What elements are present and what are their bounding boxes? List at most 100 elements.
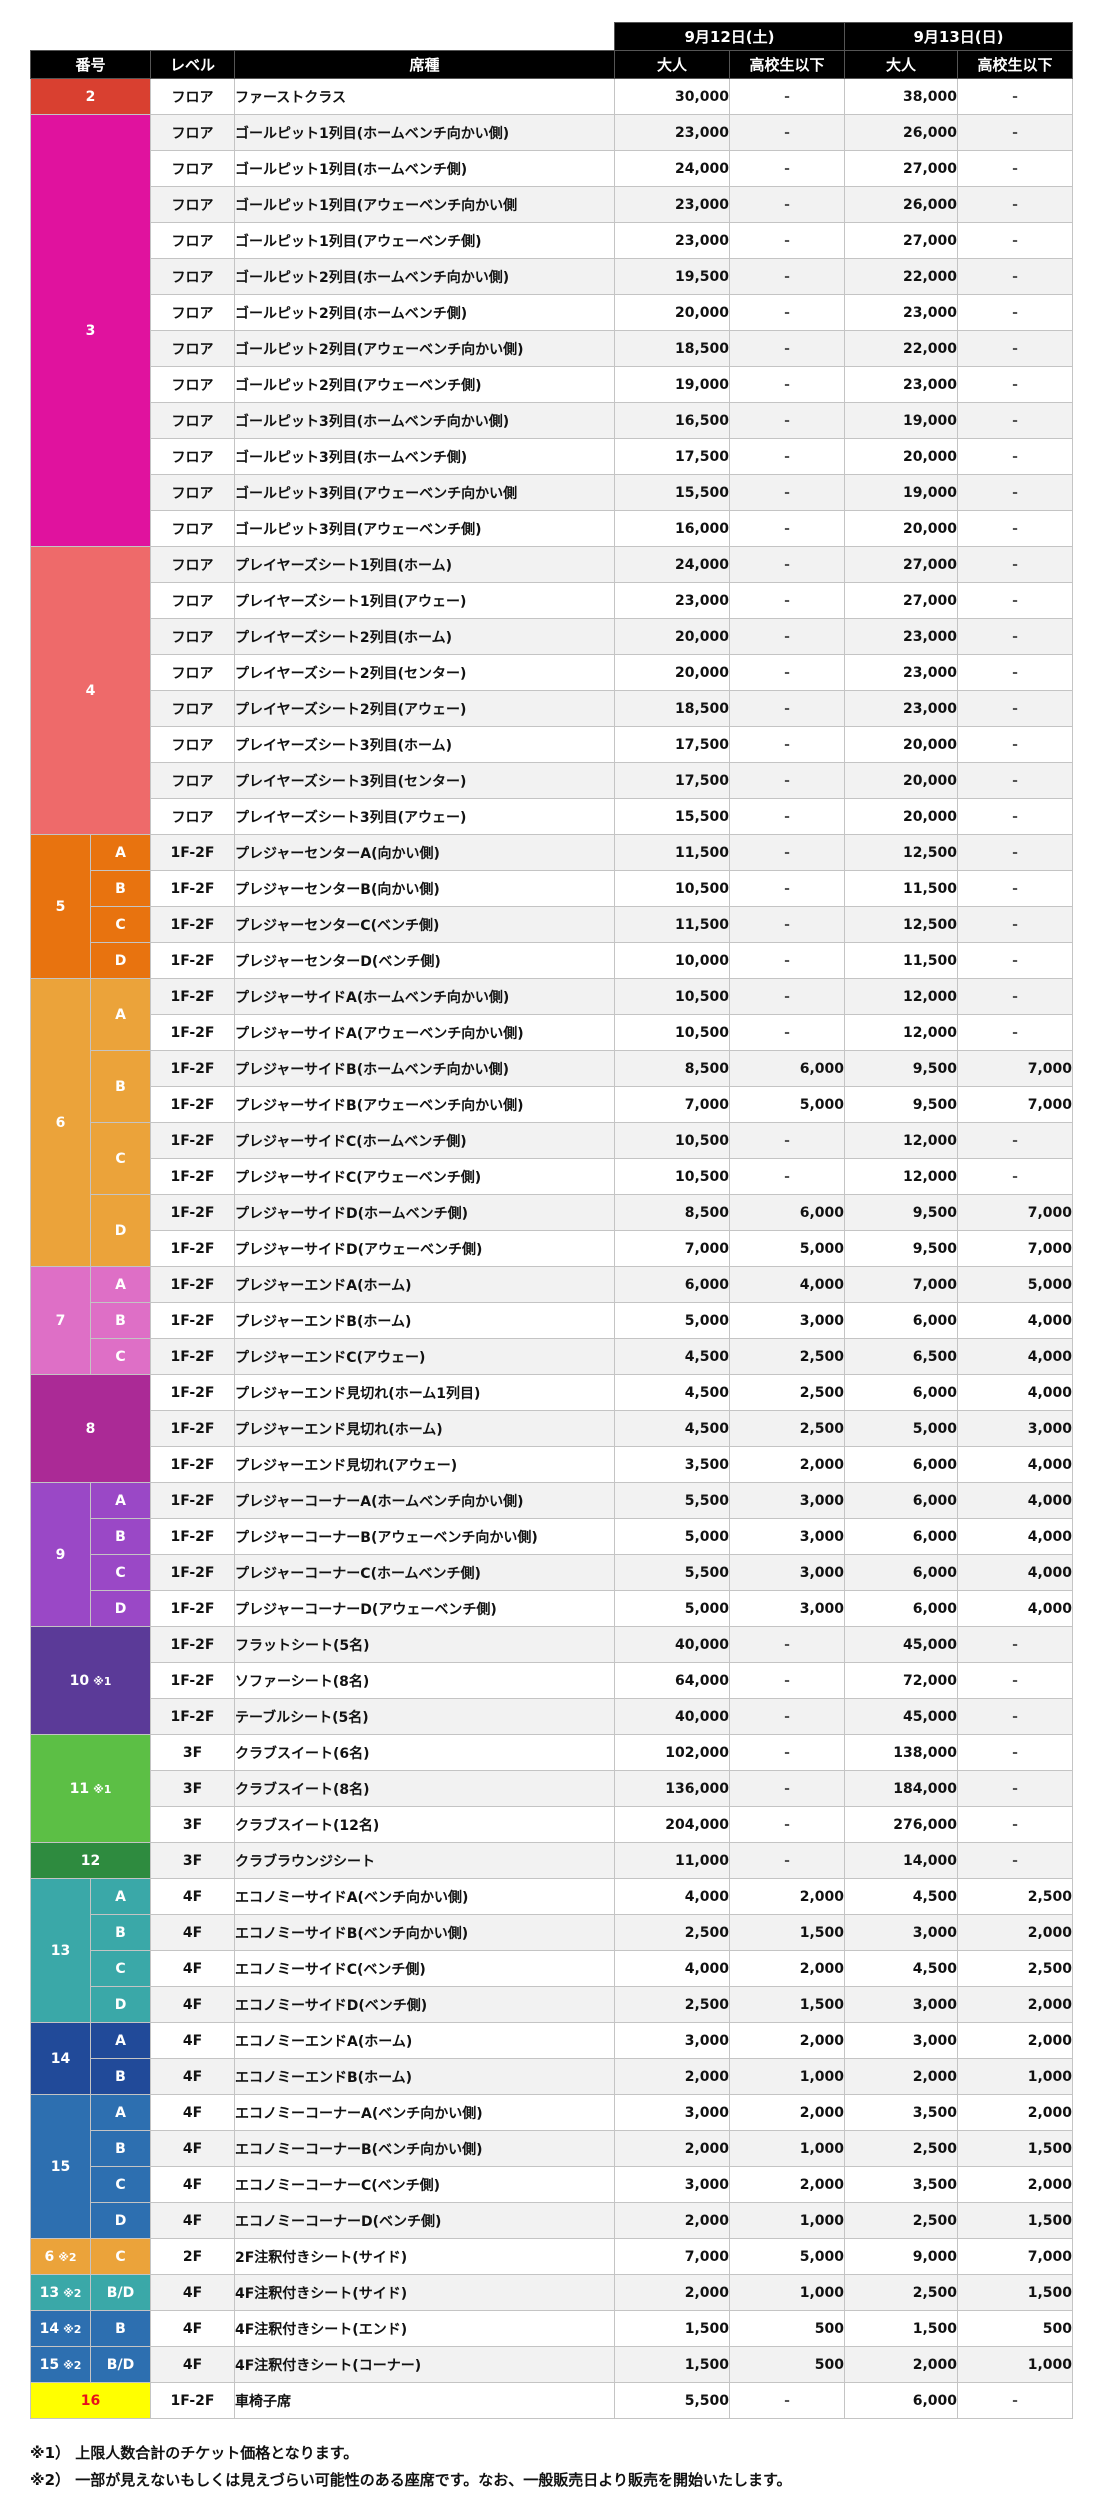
price-student-sun: - <box>957 150 1073 187</box>
price-student-sat: - <box>729 1806 845 1843</box>
price-adult-sun: 11,500 <box>844 870 958 907</box>
table-row: フロア ゴールピット2列目(ホームベンチ向かい側) 19,500-22,000- <box>31 258 1073 295</box>
price-student-sat: - <box>729 186 845 223</box>
price-adult-sat: 2,500 <box>614 1914 730 1951</box>
price-student-sat: 2,000 <box>729 2094 845 2131</box>
level-cell: 4F <box>150 2310 235 2347</box>
level-cell: 1F-2F <box>150 1338 235 1375</box>
table-row: B 1F-2F プレジャーセンターB(向かい側) 10,500-11,500- <box>31 870 1073 907</box>
price-adult-sat: 5,500 <box>614 2382 730 2419</box>
price-adult-sun: 22,000 <box>844 330 958 367</box>
seat-type-cell: クラブスイート(8名) <box>234 1770 615 1807</box>
seat-type-cell: ゴールピット1列目(ホームベンチ向かい側) <box>234 114 615 151</box>
price-adult-sun: 3,500 <box>844 2094 958 2131</box>
price-adult-sat: 24,000 <box>614 150 730 187</box>
price-student-sun: - <box>957 690 1073 727</box>
col-header-student-sat: 高校生以下 <box>729 50 845 79</box>
price-student-sat: 1,500 <box>729 1914 845 1951</box>
seat-type-cell: クラブスイート(12名) <box>234 1806 615 1843</box>
seat-type-cell: プレジャーサイドA(ホームベンチ向かい側) <box>234 978 615 1015</box>
table-row: 14 ※2 B 4F 4F注釈付きシート(エンド) 1,500 500 1,500 500 <box>30 2310 1073 2347</box>
block-letter-cell: B <box>90 2310 151 2347</box>
level-cell: フロア <box>150 330 235 367</box>
price-student-sat: - <box>729 1122 845 1159</box>
price-student-sat: 3,000 <box>729 1554 845 1591</box>
price-student-sun: - <box>957 366 1073 403</box>
price-student-sun: - <box>957 1770 1073 1807</box>
block-letter-cell: C <box>90 1950 151 1987</box>
price-adult-sun: 12,000 <box>844 1158 958 1195</box>
price-student-sun: 2,000 <box>957 2022 1073 2059</box>
price-adult-sat: 4,000 <box>614 1878 730 1915</box>
price-adult-sun: 72,000 <box>844 1662 958 1699</box>
seat-type-cell: エコノミーコーナーC(ベンチ側) <box>234 2166 615 2203</box>
price-adult-sun: 23,000 <box>844 654 958 691</box>
price-adult-sat: 10,500 <box>614 1122 730 1159</box>
table-row: 16 1F-2F 車椅子席 5,500-6,000- <box>30 2382 1073 2419</box>
section-number-cell: 10 ※1 <box>30 1626 151 1735</box>
price-student-sun: 2,000 <box>957 2166 1073 2203</box>
price-student-sat: 2,000 <box>729 2022 845 2059</box>
level-cell: 1F-2F <box>150 1626 235 1663</box>
price-adult-sun: 20,000 <box>844 798 958 835</box>
seat-type-cell: プレジャーセンターC(ベンチ側) <box>234 906 615 943</box>
price-student-sun: - <box>957 1626 1073 1663</box>
seat-type-cell: ゴールピット1列目(アウェーベンチ側) <box>234 222 615 259</box>
price-student-sun: - <box>957 258 1073 295</box>
seat-type-cell: プレジャーサイドA(アウェーベンチ向かい側) <box>234 1014 615 1051</box>
table-row: フロア プレイヤーズシート2列目(アウェー) 18,500-23,000- <box>31 690 1073 727</box>
price-adult-sat: 11,500 <box>614 906 730 943</box>
price-adult-sun: 20,000 <box>844 762 958 799</box>
col-header-adult-sun: 大人 <box>844 50 958 79</box>
table-row: 9 A 1F-2F プレジャーコーナーA(ホームベンチ向かい側) 5,500 3,000 6… <box>30 1482 1073 1627</box>
price-student-sun: 4,000 <box>957 1554 1073 1591</box>
price-adult-sat: 10,500 <box>614 870 730 907</box>
level-cell: 1F-2F <box>150 1014 235 1051</box>
price-student-sun: - <box>957 834 1073 871</box>
price-adult-sat: 1,500 <box>614 2310 730 2347</box>
table-row: 1F-2F プレジャーエンド見切れ(ホーム) 4,500 2,500 5,000 3,00… <box>31 1410 1073 1447</box>
price-student-sat: 2,000 <box>729 1950 845 1987</box>
price-student-sun: - <box>957 2382 1073 2419</box>
price-adult-sat: 8,500 <box>614 1050 730 1087</box>
price-student-sun: - <box>957 222 1073 259</box>
price-student-sat: 3,000 <box>729 1518 845 1555</box>
price-adult-sun: 12,000 <box>844 1014 958 1051</box>
price-adult-sat: 3,000 <box>614 2022 730 2059</box>
seat-type-cell: エコノミーコーナーA(ベンチ向かい側) <box>234 2094 615 2131</box>
price-adult-sat: 5,000 <box>614 1302 730 1339</box>
level-cell: フロア <box>150 762 235 799</box>
level-cell: 1F-2F <box>150 1410 235 1447</box>
section-number: 14 <box>50 2050 71 2067</box>
price-student-sun: - <box>957 906 1073 943</box>
price-adult-sat: 64,000 <box>614 1662 730 1699</box>
price-student-sun: 1,500 <box>957 2202 1073 2239</box>
seat-type-cell: 車椅子席 <box>234 2382 615 2419</box>
level-cell: 4F <box>150 2058 235 2095</box>
level-cell: フロア <box>150 294 235 331</box>
date-header-sun: 9月13日(日) <box>844 22 1073 51</box>
price-student-sat: 3,000 <box>729 1590 845 1627</box>
price-adult-sat: 17,500 <box>614 726 730 763</box>
price-adult-sun: 5,000 <box>844 1410 958 1447</box>
block-letter-cell: C <box>90 2238 151 2275</box>
table-row: フロア ゴールピット1列目(ホームベンチ側) 24,000-27,000- <box>31 150 1073 187</box>
table-row: フロア ゴールピット1列目(アウェーベンチ側) 23,000-27,000- <box>31 222 1073 259</box>
price-student-sat: 500 <box>729 2310 845 2347</box>
block-letter-cell: A <box>90 834 151 871</box>
price-student-sat: - <box>729 762 845 799</box>
table-row: フロア ゴールピット1列目(アウェーベンチ向かい側 23,000-26,000- <box>31 186 1073 223</box>
seat-type-cell: プレジャーセンターD(ベンチ側) <box>234 942 615 979</box>
seat-type-cell: プレジャーサイドC(ホームベンチ側) <box>234 1122 615 1159</box>
section-number: 10 <box>69 1672 90 1689</box>
price-adult-sun: 3,000 <box>844 1914 958 1951</box>
seat-type-cell: プレジャーエンドC(アウェー) <box>234 1338 615 1375</box>
table-row: 13 A 4F エコノミーサイドA(ベンチ向かい側) 4,000 2,000 4,500 2,… <box>30 1878 1073 2023</box>
section-number: 7 <box>55 1312 66 1329</box>
table-row: 1F-2F プレジャーサイドD(アウェーベンチ側) 7,000 5,000 9,500 7… <box>31 1230 1073 1267</box>
level-cell: フロア <box>150 258 235 295</box>
price-adult-sun: 3,000 <box>844 2022 958 2059</box>
table-row: 6 A 1F-2F プレジャーサイドA(ホームベンチ向かい側) 10,500-12,00… <box>30 978 1073 1267</box>
seat-type-cell: プレイヤーズシート3列目(ホーム) <box>234 726 615 763</box>
price-student-sun: 2,500 <box>957 1878 1073 1915</box>
